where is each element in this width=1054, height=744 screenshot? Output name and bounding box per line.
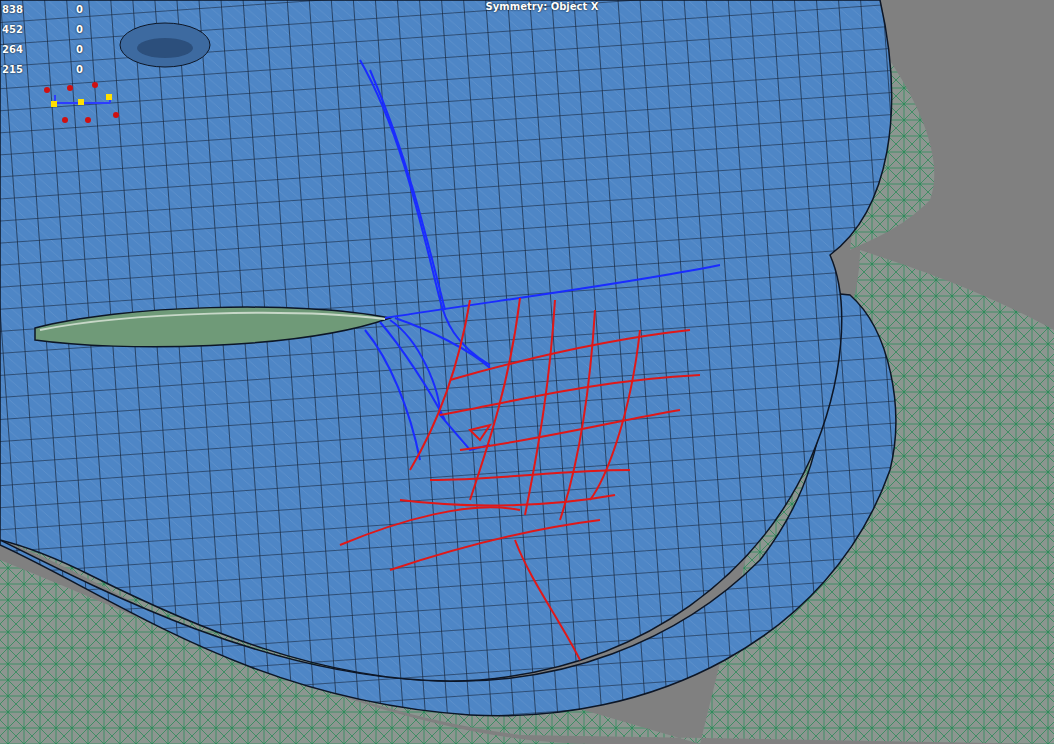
- stat-count: 0: [76, 0, 83, 20]
- stat-count: 0: [76, 60, 83, 80]
- stat-count: 0: [76, 40, 83, 60]
- symmetry-label: Symmetry: Object X: [0, 0, 1054, 14]
- mesh-canvas[interactable]: [0, 0, 1054, 744]
- stats-panel: 8380452026402150: [2, 0, 83, 80]
- stat-row: 2150: [2, 60, 83, 80]
- viewport[interactable]: 8380452026402150 Symmetry: Object X: [0, 0, 1054, 744]
- stat-value: 264: [2, 40, 76, 60]
- stat-value: 452: [2, 20, 76, 40]
- stat-row: 8380: [2, 0, 83, 20]
- stat-row: 2640: [2, 40, 83, 60]
- stat-value: 838: [2, 0, 76, 20]
- stat-value: 215: [2, 60, 76, 80]
- selection-marks: [44, 82, 119, 123]
- stat-row: 4520: [2, 20, 83, 40]
- stat-count: 0: [76, 20, 83, 40]
